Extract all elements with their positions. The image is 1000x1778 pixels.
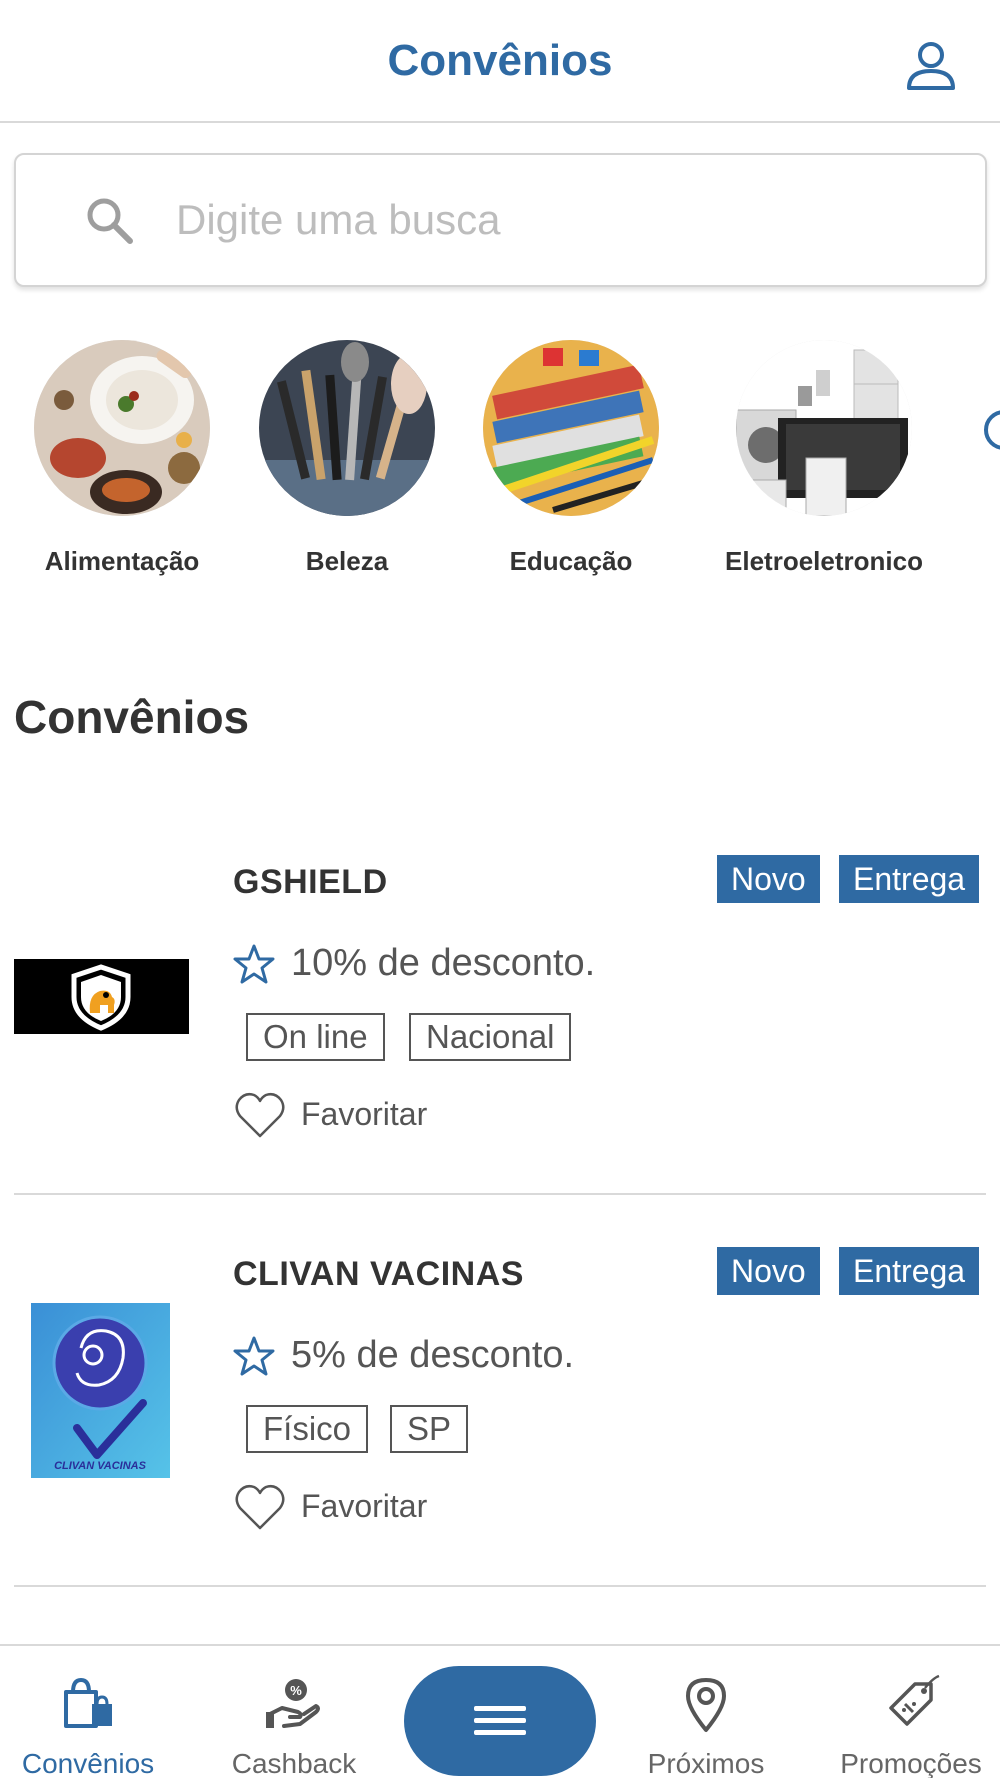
hamburger-bar (474, 1718, 526, 1723)
category-alimentacao[interactable]: Alimentação (2, 340, 242, 577)
category-beleza[interactable]: Beleza (227, 340, 467, 577)
badge-entrega: Entrega (839, 855, 980, 903)
tab-cashback[interactable]: % Cashback (194, 1646, 394, 1778)
svg-text:%: % (290, 1683, 302, 1698)
tag-nacional: Nacional (409, 1013, 572, 1061)
tab-label: Próximos (647, 1748, 765, 1778)
price-tag-icon (881, 1674, 941, 1734)
category-label: Beleza (305, 546, 389, 576)
tag-online: On line (246, 1013, 385, 1061)
app-header: Convênios (0, 0, 1000, 123)
badge-novo: Novo (717, 855, 820, 903)
tab-label: Promoções (840, 1748, 982, 1778)
tab-promocoes[interactable]: Promoções (811, 1646, 1000, 1778)
partner-name: GSHIELD (233, 863, 388, 901)
shopping-bags-icon (58, 1674, 118, 1734)
favorite-label: Favoritar (301, 1488, 428, 1524)
hamburger-menu-icon (474, 1706, 526, 1711)
star-icon (233, 943, 275, 985)
star-icon (233, 1335, 275, 1377)
discount-text: 5% de desconto. (291, 1334, 575, 1376)
discount-text: 10% de desconto. (291, 942, 596, 984)
food-photo (34, 340, 210, 516)
tab-label: Convênios (21, 1748, 155, 1778)
map-pin-icon (676, 1674, 736, 1734)
hamburger-bar (474, 1730, 526, 1735)
tag-fisico: Físico (246, 1405, 369, 1453)
search-input[interactable] (176, 185, 936, 255)
heart-icon (233, 1480, 287, 1534)
clivan-vacinas-logo: CLIVAN VACINAS (31, 1303, 170, 1478)
school-supplies-photo (483, 340, 659, 516)
bottom-tab-bar: Convênios % Cashback Próximos Promoções (0, 1644, 1000, 1778)
makeup-brushes-photo (259, 340, 435, 516)
favorite-label: Favoritar (301, 1096, 428, 1132)
svg-text:CLIVAN VACINAS: CLIVAN VACINAS (54, 1460, 147, 1472)
tag-sp: SP (390, 1405, 469, 1453)
section-title: Convênios (14, 691, 250, 743)
category-carousel[interactable]: Alimentação Beleza Educação Eletroeletro… (0, 340, 1000, 590)
category-label: Educação (509, 546, 633, 576)
heart-icon (233, 1088, 287, 1142)
search-icon (82, 193, 138, 249)
tab-label: Cashback (231, 1748, 357, 1778)
appliances-photo (736, 340, 912, 516)
partner-card[interactable]: CLIVAN VACINAS CLIVAN VACINAS Novo Entre… (0, 1195, 1000, 1587)
user-icon[interactable] (904, 38, 958, 92)
category-educacao[interactable]: Educação (451, 340, 691, 577)
badge-entrega: Entrega (839, 1247, 980, 1295)
search-bar[interactable] (14, 153, 987, 287)
badge-novo: Novo (717, 1247, 820, 1295)
partner-name: CLIVAN VACINAS (233, 1255, 524, 1293)
tab-convenios[interactable]: Convênios (0, 1646, 188, 1778)
page-title: Convênios (387, 36, 613, 85)
tab-proximos[interactable]: Próximos (606, 1646, 806, 1778)
partner-card[interactable]: GSHIELD Novo Entrega 10% de desconto. On… (0, 803, 1000, 1195)
gshield-logo (14, 959, 189, 1034)
category-label: Eletroeletronico (725, 546, 923, 576)
category-eletroeletronico[interactable]: Eletroeletronico (704, 340, 944, 577)
divider (14, 1585, 986, 1587)
menu-button[interactable] (404, 1666, 596, 1776)
hand-coin-icon: % (264, 1674, 324, 1734)
category-label: Alimentação (44, 546, 200, 576)
